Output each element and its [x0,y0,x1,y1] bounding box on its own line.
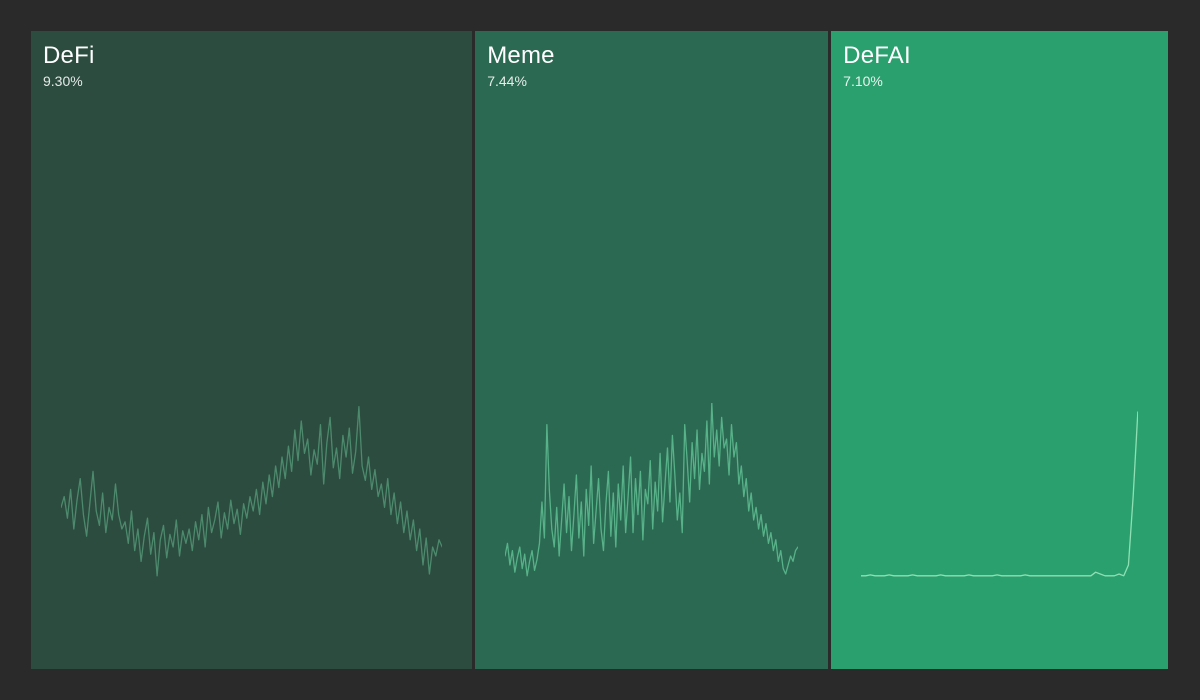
tile-change-percent: 7.10% [843,73,883,89]
tile-title: DeFi [43,42,94,70]
tile-change-percent: 9.30% [43,73,83,89]
sparkline-chart-meme [505,403,798,583]
category-treemap: DeFi 9.30% Meme 7.44% DeFAI 7.10% [31,31,1168,669]
sparkline-chart-defi [61,403,442,583]
tile-title: Meme [487,42,554,70]
treemap-tile-defai[interactable]: DeFAI 7.10% [831,31,1168,669]
treemap-tile-meme[interactable]: Meme 7.44% [475,31,828,669]
tile-title: DeFAI [843,42,911,70]
tile-change-percent: 7.44% [487,73,527,89]
treemap-tile-defi[interactable]: DeFi 9.30% [31,31,472,669]
sparkline-chart-defai [861,403,1138,583]
